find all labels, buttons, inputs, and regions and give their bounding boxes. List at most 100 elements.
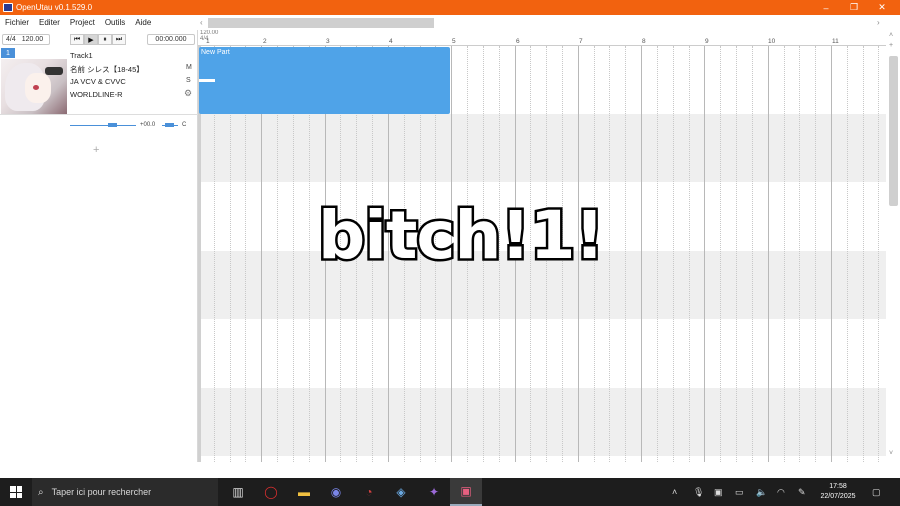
time-signature[interactable]: 4/4 (6, 36, 16, 43)
pan-slider-thumb[interactable] (165, 123, 174, 127)
timeline-ruler[interactable]: 120.00 4/4 1 2 3 4 5 6 7 8 9 10 11 (198, 30, 886, 46)
mute-button[interactable]: M (186, 64, 192, 71)
window-title: OpenUtau v0.1.529.0 (16, 3, 93, 12)
grid-line (831, 46, 832, 462)
windows-logo-icon (10, 486, 22, 498)
openutau-taskbar-icon[interactable]: ▣ (450, 478, 482, 506)
grid-line (609, 46, 610, 462)
bar-number: 3 (326, 38, 330, 45)
part-note-preview (199, 79, 215, 82)
overlay-caption: bitch!1! (316, 195, 608, 277)
chrome-like-app-icon[interactable]: ◔ (353, 478, 385, 506)
pan-value: C (182, 122, 187, 128)
scroll-down-icon[interactable]: ˅ (889, 450, 893, 457)
solo-button[interactable]: S (186, 77, 191, 84)
voice-part[interactable]: New Part (199, 47, 450, 114)
pen-icon[interactable]: ✎ (798, 478, 806, 506)
timesig-tempo-box[interactable]: 4/4 120.00 (2, 34, 50, 45)
track-lane[interactable] (198, 388, 886, 456)
horizontal-scroll-thumb[interactable] (208, 18, 434, 28)
scroll-up-icon[interactable]: ˄ (889, 32, 893, 39)
bar-number: 1 (206, 38, 210, 45)
add-track-button[interactable]: + (93, 144, 99, 156)
grid-line (847, 46, 848, 462)
steam-icon[interactable]: ◈ (385, 478, 417, 506)
taskbar-search[interactable]: ⌕ Taper ici pour rechercher (32, 478, 218, 506)
tray-chevron-icon[interactable]: ˄ (672, 478, 677, 506)
grid-line (657, 46, 658, 462)
phonemizer-name[interactable]: JA VCV & CVVC (70, 77, 126, 86)
vertical-scroll-thumb[interactable] (889, 56, 898, 206)
bar-number: 9 (705, 38, 709, 45)
grid-line (799, 46, 800, 462)
scroll-left-icon[interactable]: ‹ (200, 18, 203, 27)
tempo-value[interactable]: 120.00 (22, 36, 43, 43)
singer-name[interactable]: 名前 シレス【18-45】 (70, 64, 144, 75)
volume-slider-thumb[interactable] (108, 123, 117, 127)
grid-line (736, 46, 737, 462)
grid-line (878, 46, 879, 462)
close-button[interactable]: ✕ (868, 0, 896, 15)
bar-number: 2 (263, 38, 267, 45)
track-lane[interactable] (198, 114, 886, 182)
wifi-icon[interactable]: ◠ (777, 478, 785, 506)
singer-avatar[interactable] (1, 59, 67, 114)
menu-aide[interactable]: Aide (130, 18, 156, 27)
opera-icon[interactable]: ◯ (255, 478, 287, 506)
grid-line (689, 46, 690, 462)
search-placeholder: Taper ici pour rechercher (51, 487, 152, 497)
title-bar: OpenUtau v0.1.529.0 (0, 0, 900, 15)
bar-number: 10 (768, 38, 776, 45)
track-lane[interactable] (198, 320, 886, 388)
grid-line (673, 46, 674, 462)
track-number: 1 (1, 48, 15, 58)
bar-number: 5 (452, 38, 456, 45)
taskbar-clock[interactable]: 17:58 22/07/2025 (816, 482, 860, 502)
grid-line (720, 46, 721, 462)
file-explorer-icon[interactable]: ▬ (288, 478, 320, 506)
volume-value: +00.0 (140, 122, 156, 128)
pause-button[interactable]: ⏸ (98, 34, 112, 45)
scroll-right-icon[interactable]: › (877, 18, 880, 27)
bar-number: 6 (516, 38, 520, 45)
menu-project[interactable]: Project (65, 18, 100, 27)
menu-editer[interactable]: Editer (34, 18, 65, 27)
gear-icon[interactable]: ⚙ (184, 88, 192, 99)
grid-line (784, 46, 785, 462)
last-button[interactable]: ⏭ (112, 34, 126, 45)
track-header[interactable]: 1 Track1 名前 シレス【18-45】 JA VCV & CVVC WOR… (0, 48, 198, 128)
menu-outils[interactable]: Outils (100, 18, 130, 27)
display-icon[interactable]: ▣ (714, 478, 723, 506)
transport-bar: 4/4 120.00 ⏮ ▶ ⏸ ⏭ 00:00.000 (0, 32, 198, 46)
speaker-icon[interactable]: 🔈 (756, 478, 767, 506)
app-icon[interactable]: ✦ (418, 478, 450, 506)
microphone-icon[interactable]: 🎙 (693, 478, 704, 506)
notification-icon[interactable]: ▢ (872, 478, 881, 506)
grid-line (704, 46, 705, 462)
grid-line (815, 46, 816, 462)
bar-number: 11 (832, 38, 839, 45)
renderer-name[interactable]: WORLDLINE-R (70, 90, 123, 99)
grid-line (625, 46, 626, 462)
openutau-window: OpenUtau v0.1.529.0 – ❐ ✕ Fichier Editer… (0, 0, 900, 506)
bar-number: 7 (579, 38, 583, 45)
restore-button[interactable]: ❐ (840, 0, 868, 15)
play-button[interactable]: ▶ (84, 34, 98, 45)
battery-icon[interactable]: ▭ (735, 478, 744, 506)
vertical-scrollbar[interactable]: ˄ + ˅ (886, 30, 900, 462)
menu-fichier[interactable]: Fichier (0, 18, 34, 27)
openutau-app-icon (3, 3, 13, 12)
task-view-icon[interactable]: ▥ (222, 478, 254, 506)
start-button[interactable] (0, 478, 32, 506)
volume-slider-track[interactable] (70, 125, 136, 126)
first-button[interactable]: ⏮ (70, 34, 84, 45)
clock-date: 22/07/2025 (820, 493, 856, 500)
clock-time: 17:58 (829, 483, 847, 490)
position-display[interactable]: 00:00.000 (147, 34, 195, 45)
track-name[interactable]: Track1 (70, 51, 93, 60)
menu-bar: Fichier Editer Project Outils Aide (0, 15, 900, 30)
discord-icon[interactable]: ◉ (320, 478, 352, 506)
grid-line (752, 46, 753, 462)
scroll-up-page-icon[interactable]: + (889, 42, 893, 49)
minimize-button[interactable]: – (812, 0, 840, 15)
